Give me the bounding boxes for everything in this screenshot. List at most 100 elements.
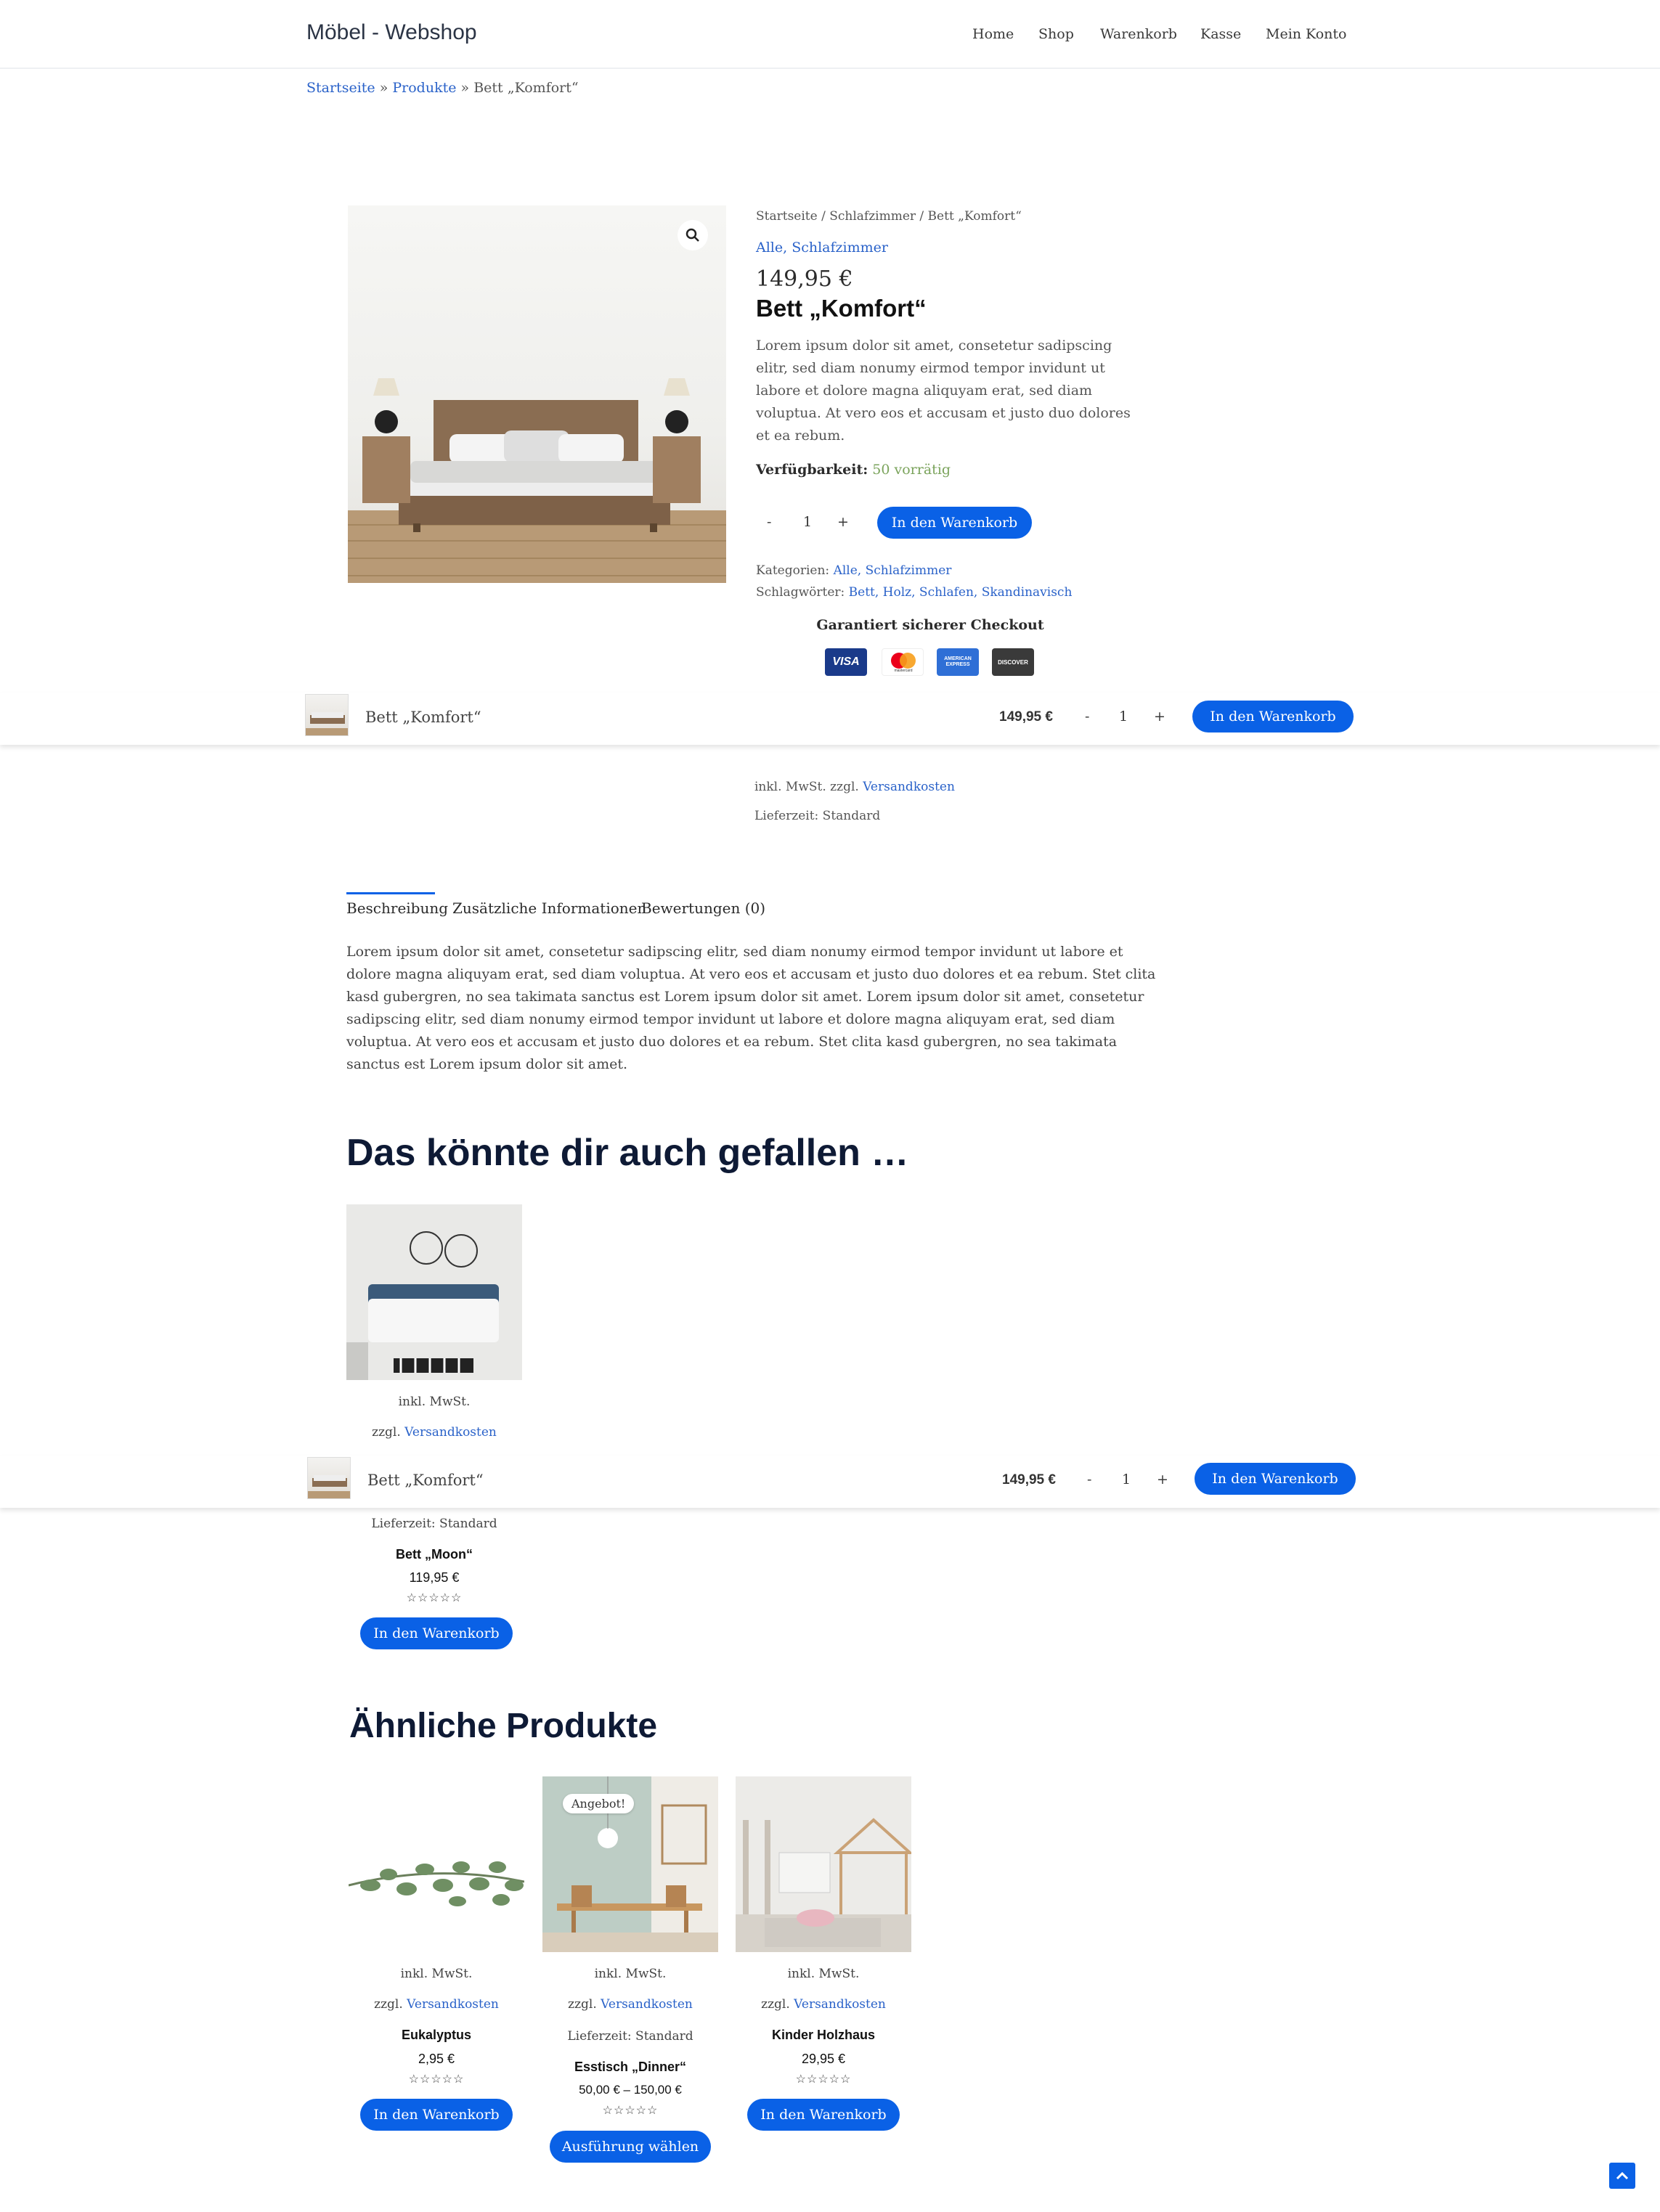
zoom-button[interactable] bbox=[678, 220, 708, 250]
breadcrumb-products[interactable]: Produkte bbox=[392, 80, 456, 96]
related-heading: Ähnliche Produkte bbox=[349, 1707, 658, 1745]
related-shipping: zzgl. Versandkosten bbox=[736, 1997, 911, 2012]
upsell-product-image[interactable] bbox=[346, 1204, 522, 1380]
sticky-qty-input[interactable]: 1 bbox=[1122, 1472, 1131, 1487]
tags-links[interactable]: Bett, Holz, Schlafen, Skandinavisch bbox=[849, 585, 1073, 600]
related-shipping: zzgl. Versandkosten bbox=[542, 1997, 718, 2012]
related-product-image[interactable]: Angebot! bbox=[542, 1776, 718, 1952]
related-tax: inkl. MwSt. bbox=[594, 1967, 667, 1981]
related-product-name[interactable]: Eukalyptus bbox=[349, 2028, 524, 2043]
delivery-time: Lieferzeit: Standard bbox=[754, 809, 881, 823]
site-logo[interactable]: Möbel - Webshop bbox=[306, 20, 477, 45]
related-product-image[interactable] bbox=[349, 1776, 524, 1952]
sticky-qty-minus[interactable]: - bbox=[1087, 1472, 1091, 1487]
chevron-up-icon bbox=[1616, 2171, 1629, 2180]
active-tab-indicator bbox=[346, 892, 435, 894]
availability: Verfügbarkeit: 50 vorrätig bbox=[756, 462, 951, 478]
upsell-tax: inkl. MwSt. bbox=[398, 1395, 471, 1409]
related-rating-stars: ☆☆☆☆☆ bbox=[408, 2072, 465, 2086]
breadcrumb-home[interactable]: Startseite bbox=[306, 80, 375, 96]
related-product-name[interactable]: Esstisch „Dinner“ bbox=[542, 2060, 718, 2075]
scroll-to-top-button[interactable] bbox=[1609, 2163, 1635, 2189]
secure-checkout-label: Garantiert sicherer Checkout bbox=[816, 617, 1044, 633]
sticky-qty-minus[interactable]: - bbox=[1085, 709, 1089, 725]
choose-variant-button[interactable]: Ausführung wählen bbox=[550, 2131, 711, 2163]
sticky-product-name: Bett „Komfort“ bbox=[367, 1472, 484, 1489]
sticky-product-name: Bett „Komfort“ bbox=[365, 709, 481, 726]
sticky-add-to-cart-button[interactable]: In den Warenkorb bbox=[1192, 701, 1354, 732]
product-meta-tags: Schlagwörter: Bett, Holz, Schlafen, Skan… bbox=[756, 585, 1072, 600]
description-line: sanctus est Lorem ipsum dolor sit amet. bbox=[346, 1056, 628, 1072]
nav-cart[interactable]: Warenkorb bbox=[1100, 26, 1177, 42]
product-path: Startseite / Schlafzimmer / Bett „Komfor… bbox=[756, 209, 1022, 224]
sticky-add-to-cart-button[interactable]: In den Warenkorb bbox=[1195, 1463, 1356, 1495]
availability-label: Verfügbarkeit: bbox=[756, 462, 868, 478]
related-shipping-link[interactable]: Versandkosten bbox=[794, 1997, 886, 2012]
visa-icon: VISA bbox=[825, 648, 867, 676]
description-line: kasd gubergren, no sea takimata sanctus … bbox=[346, 989, 1144, 1005]
mastercard-icon: mastercard bbox=[882, 648, 924, 676]
related-product-price: 29,95 € bbox=[801, 2052, 846, 2066]
description-line: Lorem ipsum dolor sit amet, consetetur s… bbox=[346, 944, 1123, 960]
discover-icon: DISCOVER bbox=[992, 648, 1034, 676]
sticky-qty-plus[interactable]: + bbox=[1157, 1472, 1168, 1487]
sticky-price: 149,95 € bbox=[999, 709, 1053, 725]
upsell-heading: Das könnte dir auch gefallen … bbox=[346, 1132, 909, 1174]
related-delivery: Lieferzeit: Standard bbox=[567, 2029, 693, 2044]
related-product-price: 50,00 € – 150,00 € bbox=[579, 2083, 682, 2097]
sticky-price: 149,95 € bbox=[1002, 1472, 1056, 1487]
product-title: Bett „Komfort“ bbox=[756, 295, 927, 322]
nav-shop[interactable]: Shop bbox=[1038, 26, 1074, 42]
upsell-shipping-link[interactable]: Versandkosten bbox=[404, 1425, 497, 1440]
shipping-costs-link[interactable]: Versandkosten bbox=[863, 780, 955, 794]
sticky-product-thumbnail bbox=[305, 694, 349, 736]
product-short-description: Lorem ipsum dolor sit amet, consetetur s… bbox=[756, 335, 1131, 447]
related-product-image[interactable] bbox=[736, 1776, 911, 1952]
description-line: labore et dolore magna aliquyam erat, se… bbox=[756, 383, 1093, 399]
tags-label: Schlagwörter: bbox=[756, 585, 845, 600]
tab-additional-info[interactable]: Zusätzliche Informationen bbox=[452, 899, 646, 917]
add-to-cart-button[interactable]: In den Warenkorb bbox=[877, 507, 1032, 539]
sticky-qty-input[interactable]: 1 bbox=[1119, 709, 1128, 725]
breadcrumb: Startseite » Produkte » Bett „Komfort“ bbox=[306, 80, 579, 96]
upsell-rating-stars: ☆☆☆☆☆ bbox=[406, 1591, 463, 1604]
product-meta-categories: Kategorien: Alle, Schlafzimmer bbox=[756, 563, 951, 578]
breadcrumb-separator: » bbox=[460, 80, 470, 96]
product-price: 149,95 € bbox=[756, 266, 853, 292]
description-line: voluptua. At vero eos et accusam et just… bbox=[756, 405, 1131, 421]
tab-reviews[interactable]: Bewertungen (0) bbox=[641, 899, 765, 917]
sticky-product-thumbnail bbox=[307, 1457, 351, 1499]
sticky-qty-plus[interactable]: + bbox=[1154, 709, 1165, 725]
related-product-price: 2,95 € bbox=[418, 2052, 455, 2066]
nav-home[interactable]: Home bbox=[972, 26, 1014, 42]
qty-input[interactable]: 1 bbox=[803, 514, 812, 530]
related-shipping-link[interactable]: Versandkosten bbox=[407, 1997, 499, 2012]
upsell-product-name[interactable]: Bett „Moon“ bbox=[346, 1547, 522, 1562]
sticky-add-to-cart-bar-2: Bett „Komfort“ 149,95 € - 1 + In den War… bbox=[0, 1456, 1660, 1508]
related-product-name[interactable]: Kinder Holzhaus bbox=[736, 2028, 911, 2043]
tab-description-content: Lorem ipsum dolor sit amet, consetetur s… bbox=[346, 941, 1155, 1076]
qty-plus[interactable]: + bbox=[837, 514, 849, 530]
qty-minus[interactable]: - bbox=[767, 514, 771, 530]
related-shipping-link[interactable]: Versandkosten bbox=[601, 1997, 693, 2012]
description-line: voluptua. At vero eos et accusam et just… bbox=[346, 1034, 1118, 1050]
related-shipping: zzgl. Versandkosten bbox=[349, 1997, 524, 2012]
nav-account[interactable]: Mein Konto bbox=[1266, 26, 1347, 42]
upsell-delivery: Lieferzeit: Standard bbox=[371, 1517, 497, 1531]
categories-links[interactable]: Alle, Schlafzimmer bbox=[834, 563, 952, 578]
related-rating-stars: ☆☆☆☆☆ bbox=[795, 2072, 852, 2086]
description-line: elitr, sed diam nonumy eirmod tempor inv… bbox=[756, 360, 1105, 376]
related-add-to-cart-button[interactable]: In den Warenkorb bbox=[747, 2099, 900, 2131]
shipping-prefix: zzgl. bbox=[374, 1997, 403, 2012]
upsell-add-to-cart-button[interactable]: In den Warenkorb bbox=[360, 1617, 513, 1649]
shipping-prefix: zzgl. bbox=[761, 1997, 790, 2012]
search-icon bbox=[685, 228, 699, 242]
nav-checkout[interactable]: Kasse bbox=[1200, 26, 1241, 42]
product-image[interactable] bbox=[348, 205, 726, 583]
tab-description[interactable]: Beschreibung bbox=[346, 899, 448, 917]
related-rating-stars: ☆☆☆☆☆ bbox=[602, 2103, 659, 2117]
related-add-to-cart-button[interactable]: In den Warenkorb bbox=[360, 2099, 513, 2131]
product-categories-link[interactable]: Alle, Schlafzimmer bbox=[756, 240, 888, 256]
shipping-prefix: zzgl. bbox=[568, 1997, 597, 2012]
bed-photo bbox=[348, 378, 726, 583]
